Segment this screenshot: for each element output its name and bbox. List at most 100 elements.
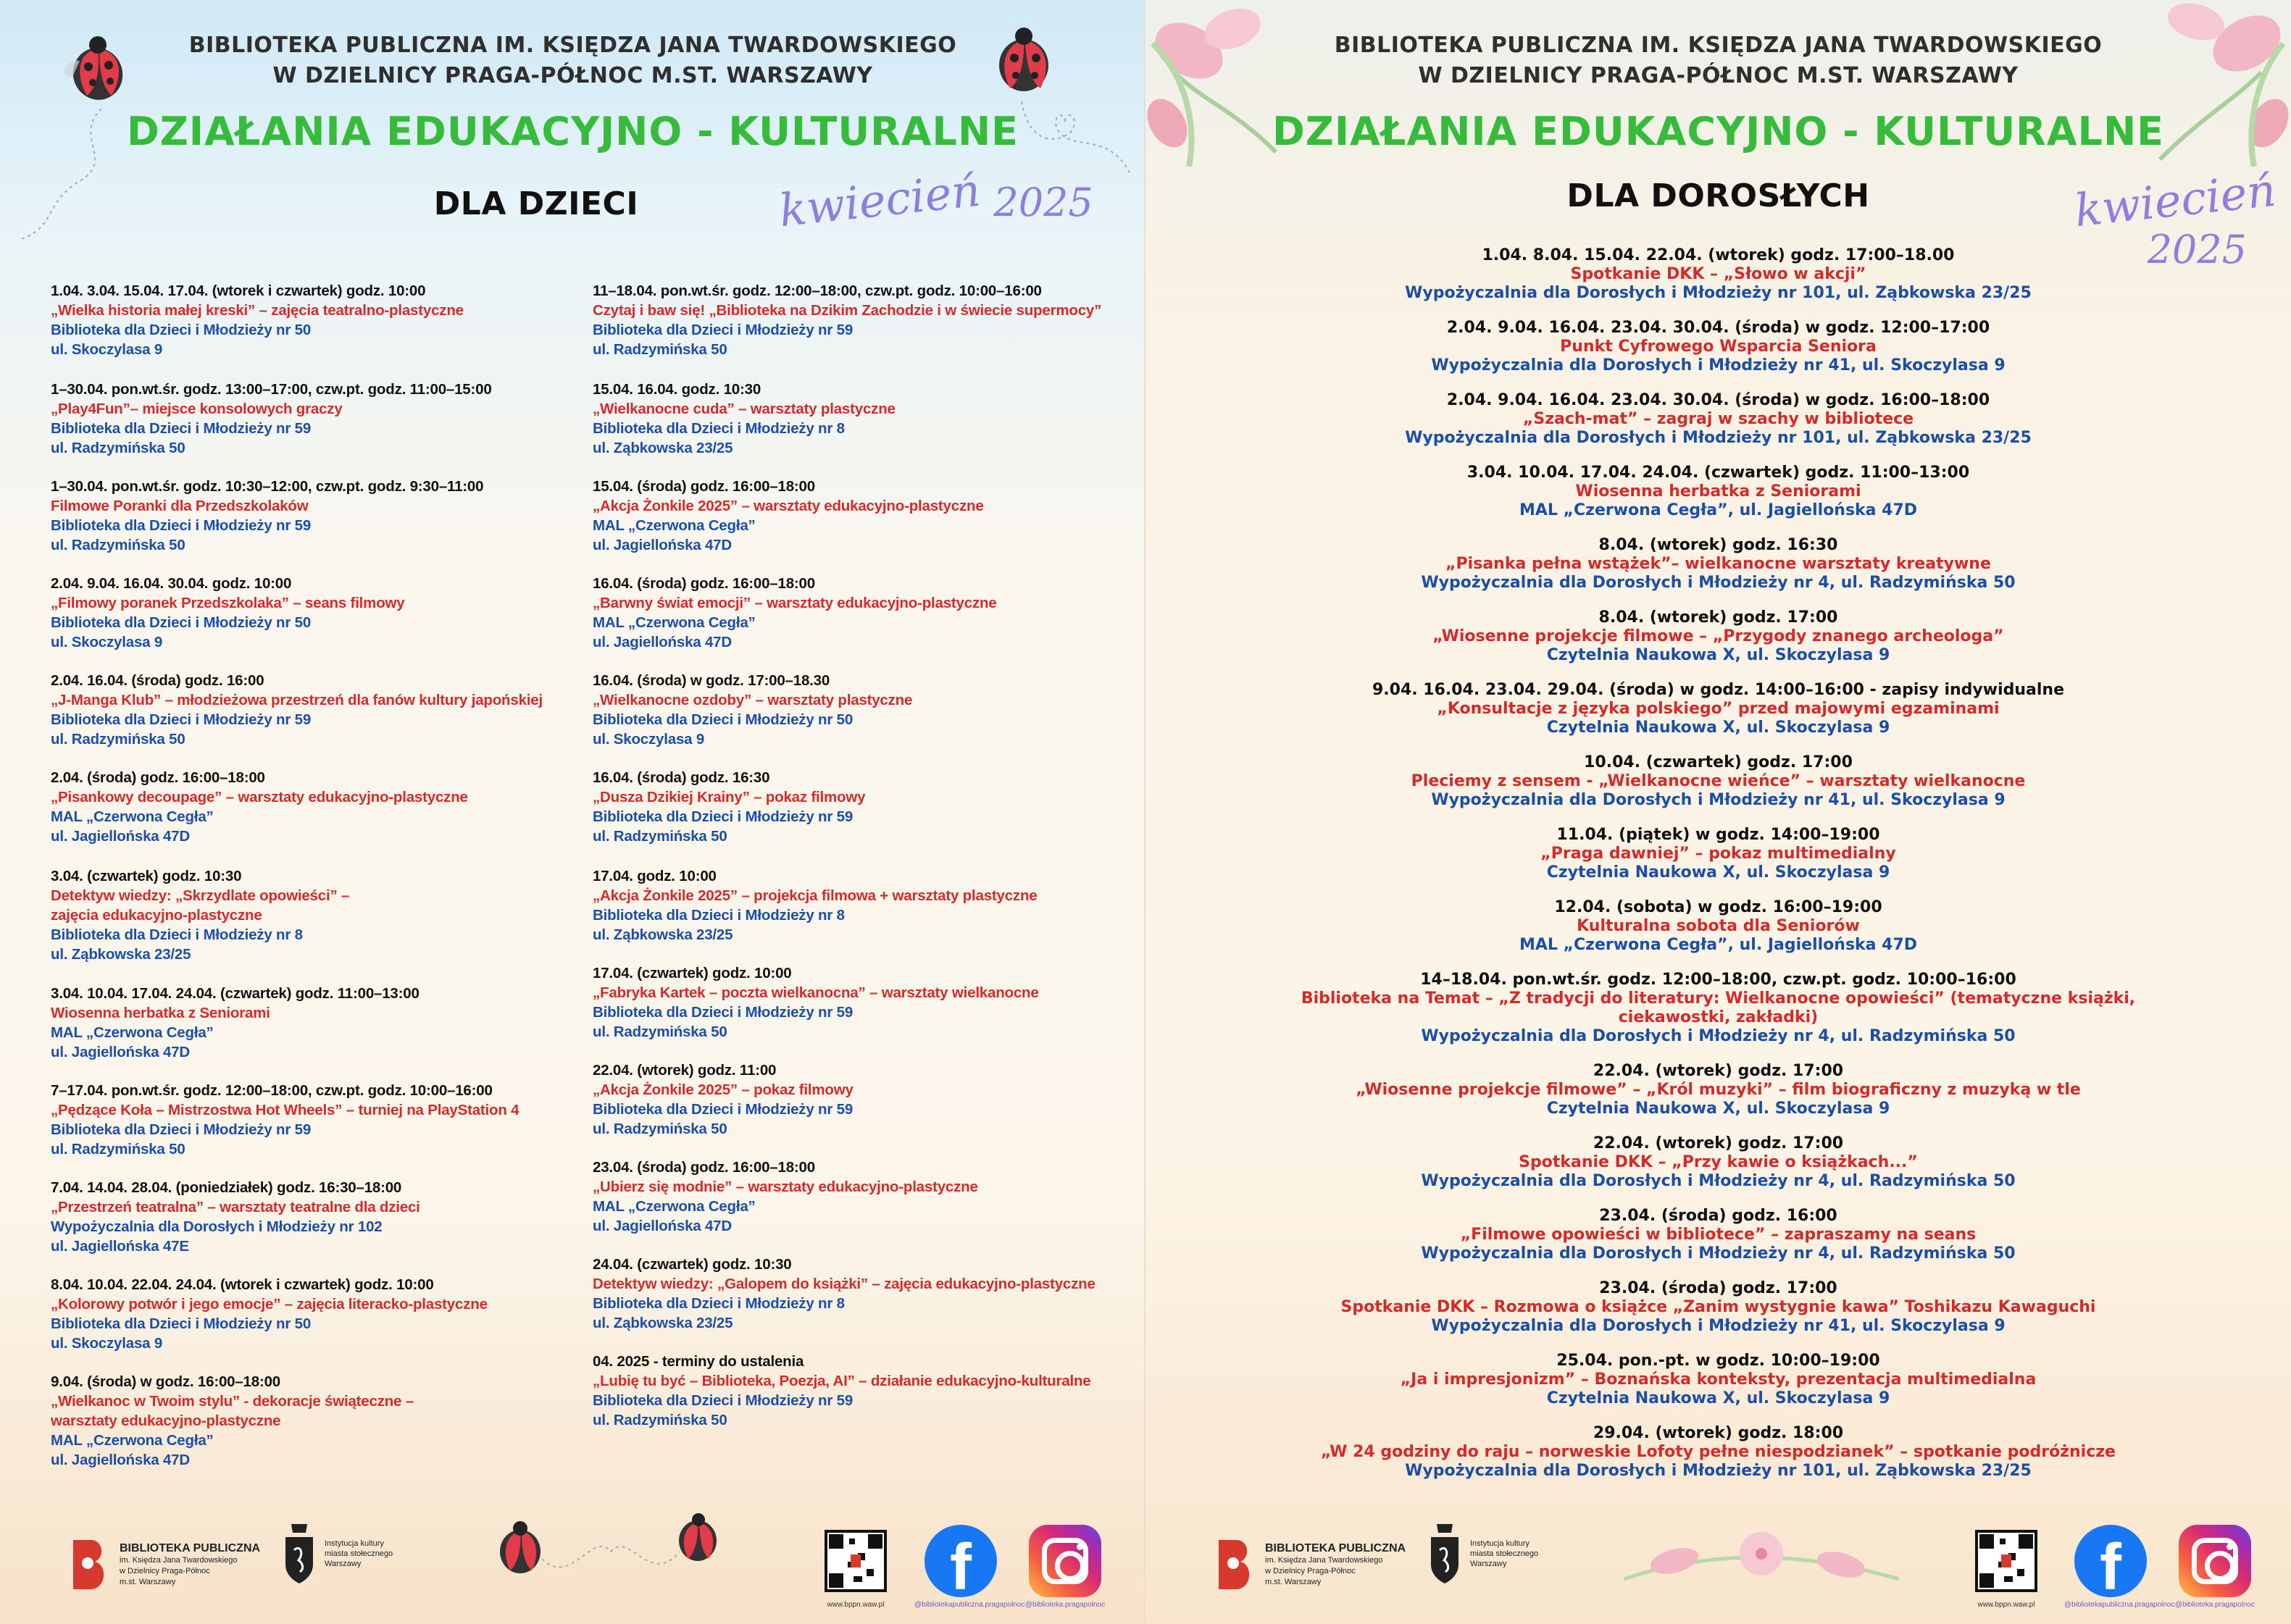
library-name-line1: BIBLIOTEKA PUBLICZNA IM. KSIĘDZA JANA TW… xyxy=(188,33,957,58)
event-title: „Wielkanocne ozdoby” – warsztaty plastyc… xyxy=(593,692,913,708)
event-title: „Filmowe opowieści w bibliotece” – zapra… xyxy=(1460,1226,1977,1244)
event-date: 14–18.04. pon.wt.śr. godz. 12:00–18:00, … xyxy=(1420,971,2016,989)
poster-adults: BIBLIOTEKA PUBLICZNA IM. KSIĘDZA JANA TW… xyxy=(1146,0,2291,1624)
library-logo: BIBLIOTEKA PUBLICZNA im. Księdza Jana Tw… xyxy=(1214,1536,1406,1594)
event-place: Biblioteka dla Dzieci i Młodzieży nr 8 xyxy=(51,926,303,943)
event-address: ul. Jagiellońska 47D xyxy=(51,1452,190,1468)
event-place: Biblioteka dla Dzieci i Młodzieży nr 59 xyxy=(593,322,854,338)
facebook-icon[interactable]: f xyxy=(2074,1525,2147,1597)
event-title: „Lubię tu być – Biblioteka, Poezja, AI” … xyxy=(593,1373,1091,1389)
qr-code-icon[interactable] xyxy=(825,1530,887,1592)
event-title: „Pędzące Koła – Mistrzostwa Hot Wheels” … xyxy=(51,1102,519,1118)
event-place: Biblioteka dla Dzieci i Młodzieży nr 8 xyxy=(593,1295,845,1312)
event-date: 1.04. 3.04. 15.04. 17.04. (wtorek i czwa… xyxy=(51,282,426,299)
event-title: „W 24 godziny do raju – norweskie Lofoty… xyxy=(1321,1443,2116,1461)
event-date: 16.04. (środa) godz. 16:00–18:00 xyxy=(593,575,815,592)
event-item: 16.04. (środa) w godz. 17:00–18.30 „Wielk… xyxy=(593,671,1143,749)
event-date: 9.04. (środa) w godz. 16:00–18:00 xyxy=(51,1373,280,1390)
event-place: Biblioteka dla Dzieci i Młodzieży nr 50 xyxy=(51,614,312,631)
event-item: 8.04. (wtorek) godz. 16:30 „Pisanka pełna… xyxy=(1146,536,2291,593)
qr-code-icon[interactable] xyxy=(1975,1530,2037,1592)
institution-logo: Instytucja kultury miasta stołecznego Wa… xyxy=(1427,1521,1550,1586)
event-place: Czytelnia Naukowa X, ul. Skoczylasa 9 xyxy=(1546,863,1890,882)
poster-kids: BIBLIOTEKA PUBLICZNA IM. KSIĘDZA JANA TW… xyxy=(0,0,1146,1624)
event-item: 1.04. 8.04. 15.04. 22.04. (wtorek) godz.… xyxy=(1146,246,2291,303)
instagram-icon[interactable] xyxy=(1029,1525,1101,1597)
logo-line3: w Dzielnicy Praga-Północ xyxy=(1265,1566,1356,1575)
event-place: Biblioteka dla Dzieci i Młodzieży nr 50 xyxy=(51,322,312,338)
event-place: Biblioteka dla Dzieci i Młodzieży nr 59 xyxy=(593,1004,854,1021)
library-name-line2: W DZIELNICY PRAGA-PÓŁNOC M.ST. WARSZAWY xyxy=(1418,63,2019,88)
instagram-icon[interactable] xyxy=(2179,1525,2251,1597)
event-title: „Wiosenne projekcje filmowe” – „Król muz… xyxy=(1356,1081,2081,1099)
event-address: ul. Radzymińska 50 xyxy=(51,440,185,456)
event-item: 17.04. (czwartek) godz. 10:00 „Fabryka Ka… xyxy=(593,963,1143,1042)
event-item: 9.04. 16.04. 23.04. 29.04. (środa) w god… xyxy=(1146,681,2291,737)
event-date: 3.04. 10.04. 17.04. 24.04. (czwartek) go… xyxy=(51,985,420,1002)
month-name: kwiecień xyxy=(776,163,983,238)
institution-logo: Instytucja kultury miasta stołecznego Wa… xyxy=(281,1521,404,1586)
event-address: ul. Radzymińska 50 xyxy=(593,341,727,358)
event-address: ul. Jagiellońska 47D xyxy=(593,1218,732,1234)
event-item: 12.04. (sobota) w godz. 16:00–19:00 Kultu… xyxy=(1146,898,2291,955)
event-place: Biblioteka dla Dzieci i Młodzieży nr 50 xyxy=(593,711,854,728)
event-title: „Szach-mat” – zagraj w szachy w bibliote… xyxy=(1522,410,1914,428)
month-name: kwiecień xyxy=(2071,163,2279,238)
qr-caption: www.bppn.waw.pl xyxy=(827,1601,885,1609)
library-logo-icon xyxy=(1219,1540,1250,1589)
event-date: 8.04. (wtorek) godz. 16:30 xyxy=(1598,536,1838,554)
event-item: 3.04. 10.04. 17.04. 24.04. (czwartek) go… xyxy=(51,984,420,1062)
event-title: „Praga dawniej” – pokaz multimedialny xyxy=(1540,845,1896,863)
event-place: Wypożyczalnia dla Dorosłych i Młodzieży … xyxy=(1431,1317,2006,1335)
event-item: 1–30.04. pon.wt.śr. godz. 13:00–17:00, c… xyxy=(51,380,492,458)
event-title: „Dusza Dzikiej Krainy” – pokaz filmowy xyxy=(593,789,866,805)
event-date: 15.04. 16.04. godz. 10:30 xyxy=(593,381,761,398)
event-item: 23.04. (środa) godz. 16:00–18:00 „Ubierz … xyxy=(593,1158,1143,1236)
event-date: 16.04. (środa) godz. 16:30 xyxy=(593,769,770,786)
event-item: 24.04. (czwartek) godz. 10:30 Detektyw wi… xyxy=(593,1255,1143,1333)
event-title: Spotkanie DKK – „Słowo w akcji” xyxy=(1570,265,1866,283)
event-address: ul. Ząbkowska 23/25 xyxy=(593,926,733,943)
event-item: 15.04. 16.04. godz. 10:30 „Wielkanocne cu… xyxy=(593,380,1143,458)
event-place: Biblioteka dla Dzieci i Młodzieży nr 8 xyxy=(593,907,845,924)
event-address: ul. Skoczylasa 9 xyxy=(51,341,163,358)
event-title: Kulturalna sobota dla Seniorów xyxy=(1577,917,1860,935)
facebook-icon[interactable]: f xyxy=(925,1525,997,1597)
event-item: 22.04. (wtorek) godz. 17:00 Spotkanie DKK… xyxy=(1146,1134,2291,1191)
event-item: 16.04. (środa) godz. 16:30 „Dusza Dzikiej… xyxy=(593,768,1143,846)
event-place: Biblioteka dla Dzieci i Młodzieży nr 59 xyxy=(51,517,312,534)
event-place: Biblioteka dla Dzieci i Młodzieży nr 8 xyxy=(593,420,845,437)
event-item: 1–30.04. pon.wt.śr. godz. 10:30–12:00, c… xyxy=(51,477,484,555)
facebook-caption: @bibliotekapubliczna.pragapolnoc xyxy=(914,1601,1025,1609)
event-title: „Barwny świat emocji” – warsztaty edukac… xyxy=(593,595,997,611)
event-item: 8.04. 10.04. 22.04. 24.04. (wtorek i czw… xyxy=(51,1275,488,1353)
event-place: Wypożyczalnia dla Dorosłych i Młodzieży … xyxy=(1421,574,2016,592)
ladybugs-heart-decoration xyxy=(500,1513,717,1573)
tulip-icon xyxy=(1624,1532,1899,1581)
event-date: 9.04. 16.04. 23.04. 29.04. (środa) w god… xyxy=(1372,681,2065,699)
event-date: 23.04. (środa) godz. 16:00–18:00 xyxy=(593,1159,815,1176)
library-name: BIBLIOTEKA PUBLICZNA IM. KSIĘDZA JANA TW… xyxy=(0,30,1146,91)
event-place: Wypożyczalnia dla Dorosłych i Młodzieży … xyxy=(51,1218,383,1235)
event-place: MAL „Czerwona Cegła” xyxy=(51,1432,214,1449)
event-item: 7.04. 14.04. 28.04. (poniedziałek) godz.… xyxy=(51,1178,420,1256)
event-date: 7–17.04. pon.wt.śr. godz. 12:00–18:00, c… xyxy=(51,1082,493,1099)
event-date: 11–18.04. pon.wt.śr. godz. 12:00–18:00, … xyxy=(593,282,1042,299)
event-title: „Konsultacje z języka polskiego” przed m… xyxy=(1437,700,2000,718)
event-address: ul. Radzymińska 50 xyxy=(593,1024,727,1040)
event-item: 3.04. (czwartek) godz. 10:30 Detektyw wie… xyxy=(51,866,349,964)
event-title: „Akcja Żonkile 2025” – pokaz filmowy xyxy=(593,1081,854,1098)
event-place: Czytelnia Naukowa X, ul. Skoczylasa 9 xyxy=(1546,646,1890,664)
event-item: 2.04. (środa) godz. 16:00–18:00 „Pisankow… xyxy=(51,768,468,846)
event-date: 1–30.04. pon.wt.śr. godz. 10:30–12:00, c… xyxy=(51,478,484,495)
event-item: 16.04. (środa) godz. 16:00–18:00 „Barwny … xyxy=(593,574,1143,652)
main-title: DZIAŁANIA EDUKACYJNO - KULTURALNE xyxy=(1272,109,2165,154)
event-address: ul. Radzymińska 50 xyxy=(593,828,727,845)
event-title: Spotkanie DKK – „Przy kawie o książkach.… xyxy=(1519,1153,1918,1171)
event-date: 8.04. 10.04. 22.04. 24.04. (wtorek i czw… xyxy=(51,1276,434,1293)
section-subtitle: DLA DZIECI xyxy=(433,185,639,222)
event-date: 16.04. (środa) w godz. 17:00–18.30 xyxy=(593,672,830,689)
event-item: 11.04. (piątek) w godz. 14:00–19:00 „Prag… xyxy=(1146,826,2291,882)
event-date: 2.04. 9.04. 16.04. 30.04. godz. 10:00 xyxy=(51,575,292,592)
event-title: „Przestrzeń teatralna” – warsztaty teatr… xyxy=(51,1199,420,1215)
